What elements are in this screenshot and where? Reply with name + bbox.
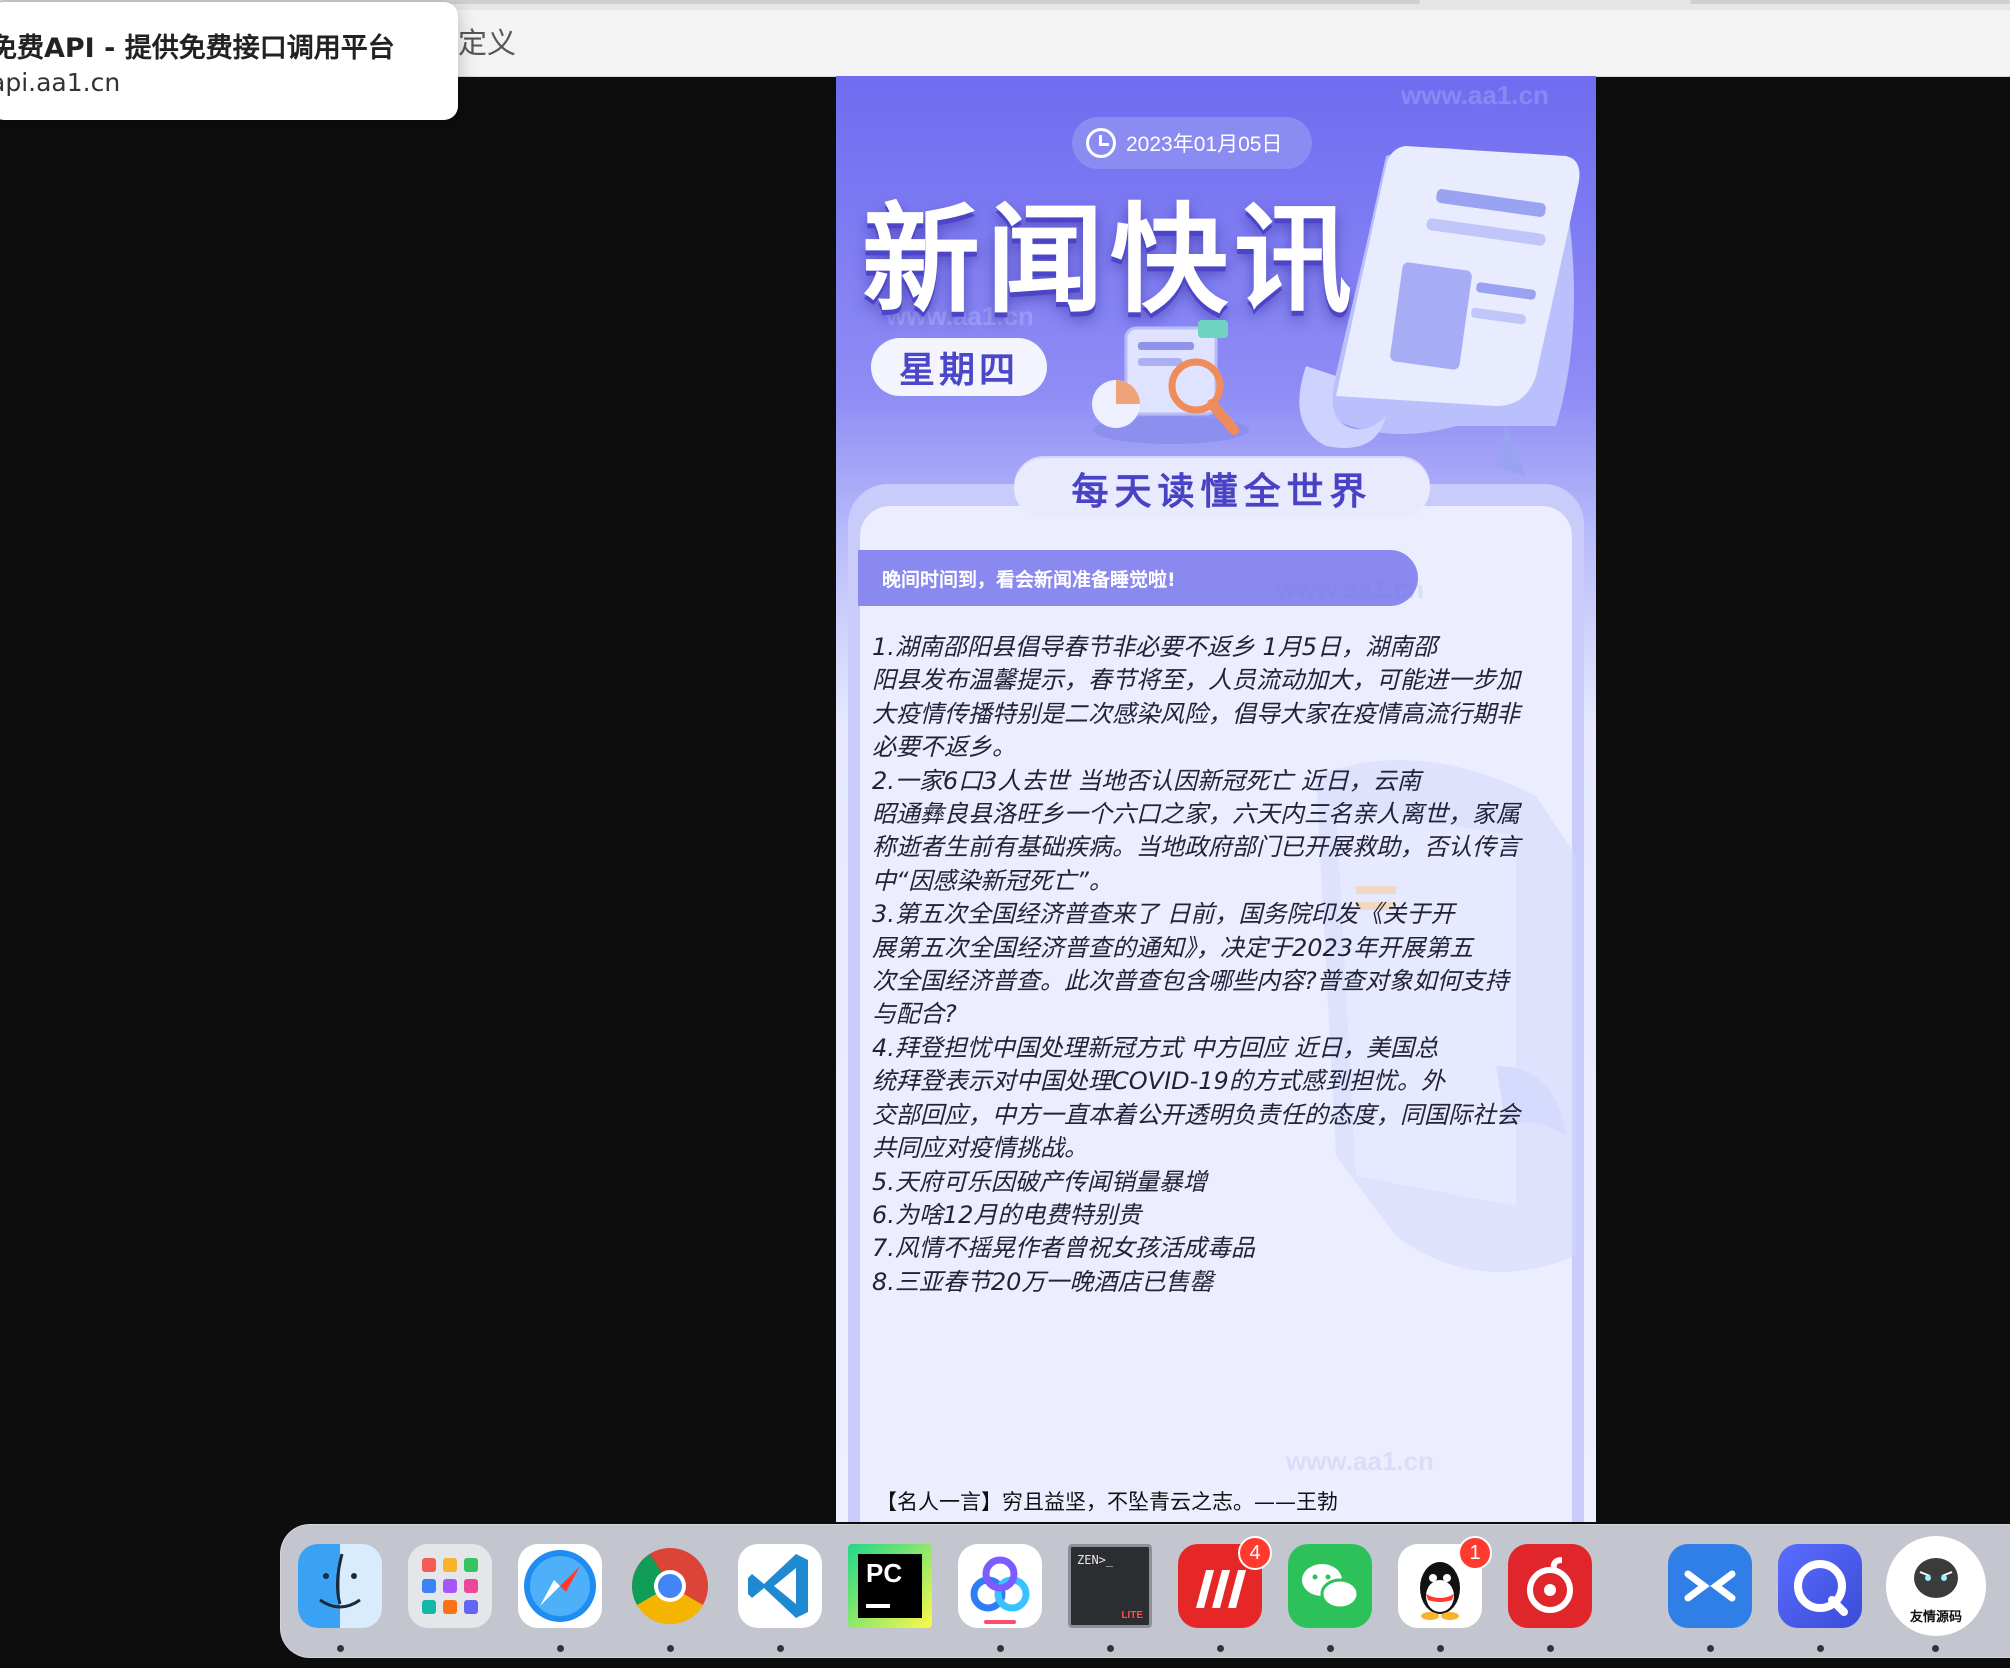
running-indicator [667, 1645, 674, 1652]
running-indicator [1327, 1645, 1334, 1652]
news-line: 中“因感染新冠死亡”。 [872, 866, 1113, 895]
custom-tiger-icon[interactable]: 友情源码 [1886, 1536, 1986, 1636]
clock-icon [1086, 128, 1116, 158]
zen-prompt: ZEN>_ [1077, 1553, 1114, 1567]
news-line: 展第五次全国经济普查的通知》，决定于2023年开展第五 [872, 933, 1474, 962]
news-line: 2.一家6口3人去世 当地否认因新冠死亡 近日，云南 [872, 766, 1421, 795]
running-indicator [1707, 1645, 1714, 1652]
quark-icon[interactable] [1778, 1544, 1862, 1628]
magnifier-chart-illustration [1092, 320, 1249, 444]
vscode-icon[interactable] [738, 1544, 822, 1628]
pycharm-icon[interactable]: PC [848, 1544, 932, 1628]
news-line: 必要不返乡。 [872, 733, 1016, 762]
watermark: www.aa1.cn [1286, 1446, 1434, 1476]
tiger-icon-label: 友情源码 [1909, 1610, 1962, 1625]
remote-desktop-icon[interactable] [1668, 1544, 1752, 1628]
chrome-icon[interactable] [628, 1544, 712, 1628]
running-indicator [1217, 1645, 1224, 1652]
running-indicator [1547, 1645, 1554, 1652]
watermark: www.aa1.cn [1276, 574, 1424, 604]
wechat-icon[interactable] [1288, 1544, 1372, 1628]
news-line: 交部回应，中方一直本着公开透明负责任的态度，同国际社会 [872, 1100, 1520, 1129]
news-line: 5.天府可乐因破产传闻销量暴增 [872, 1167, 1207, 1196]
running-indicator [1932, 1645, 1939, 1652]
tab-hover-tooltip: 免费API - 提供免费接口调用平台 api.aa1.cn [0, 2, 458, 120]
news-line: 称逝者生前有基础疾病。当地政府部门已开展救助，否认传言 [872, 833, 1520, 862]
news-line: 7.风情不摇晃作者曾祝女孩活成毒品 [872, 1234, 1255, 1263]
news-line: 统拜登表示对中国处理COVID-19的方式感到担忧。外 [872, 1067, 1445, 1096]
news-line: 大疫情传播特别是二次感染风险，倡导大家在疫情高流行期非 [872, 699, 1520, 728]
news-line: 4.拜登担忧中国处理新冠方式 中方回应 近日，美国总 [872, 1033, 1439, 1062]
news-line: 昭通彝良县洛旺乡一个六口之家，六天内三名亲人离世，家属 [872, 800, 1520, 829]
news-line: 次全国经济普查。此次普查包含哪些内容?普查对象如何支持 [872, 967, 1509, 996]
launchpad-icon[interactable] [408, 1544, 492, 1628]
news-line: 与配合? [872, 1000, 957, 1029]
running-indicator [777, 1645, 784, 1652]
safari-icon[interactable] [518, 1544, 602, 1628]
finder-icon[interactable] [298, 1544, 382, 1628]
running-indicator [1817, 1645, 1824, 1652]
running-indicator [557, 1645, 564, 1652]
macos-dock: PC ZEN>_ LITE 4 1 友情源码 [280, 1524, 2010, 1658]
tooltip-title: 免费API - 提供免费接口调用平台 [0, 33, 395, 64]
newspaper-illustration [1299, 146, 1580, 476]
news-line: 3.第五次全国经济普查来了 日前，国务院印发《关于开 [872, 900, 1455, 929]
netease-music-icon[interactable] [1508, 1544, 1592, 1628]
news-poster-image: www.aa1.cn www.aa1.cn 2023年01月05日 新闻快讯 星… [836, 76, 1596, 1522]
weekday-badge: 星期四 [871, 338, 1047, 396]
news-line: 阳县发布温馨提示，春节将至，人员流动加大，可能进一步加 [872, 666, 1520, 695]
baidu-netdisk-icon[interactable] [958, 1544, 1042, 1628]
running-indicator [1107, 1645, 1114, 1652]
slogan-banner: 每天读懂全世界 [1014, 458, 1430, 518]
tab-strip-segment [1690, 0, 2010, 4]
tooltip-url: api.aa1.cn [0, 68, 121, 97]
famous-quote: 【名人一言】穷且益坚，不坠青云之志。——王勃 [876, 1490, 1338, 1514]
news-line: 1.湖南邵阳县倡导春节非必要不返乡 1月5日，湖南邵 [872, 633, 1438, 661]
zen-lite-label: LITE [1121, 1610, 1143, 1621]
running-indicator [1437, 1645, 1444, 1652]
address-bar-text[interactable]: 定义 [458, 20, 516, 62]
news-line: 8.三亚春节20万一晚酒店已售罄 [872, 1267, 1214, 1296]
date-text: 2023年01月05日 [1126, 133, 1283, 156]
news-line: 6.为啥12月的电费特别贵 [872, 1200, 1142, 1229]
pycharm-label: PC [866, 1558, 903, 1588]
notification-badge: 4 [1238, 1536, 1272, 1570]
watermark: www.aa1.cn [1401, 80, 1549, 110]
running-indicator [997, 1645, 1004, 1652]
notification-badge: 1 [1458, 1536, 1492, 1570]
news-line: 共同应对疫情挑战。 [872, 1134, 1088, 1163]
running-indicator [337, 1645, 344, 1652]
news-list: 1.湖南邵阳县倡导春节非必要不返乡 1月5日，湖南邵 阳县发布温馨提示，春节将至… [872, 631, 1572, 1299]
zentermlite-icon[interactable]: ZEN>_ LITE [1068, 1544, 1152, 1628]
